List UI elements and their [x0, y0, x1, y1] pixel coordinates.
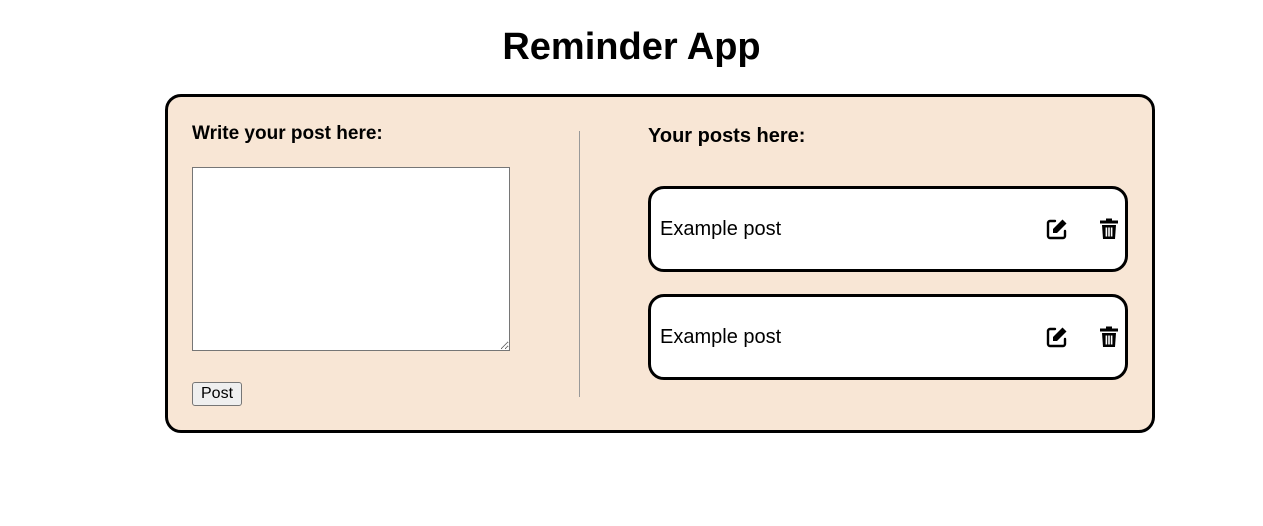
- edit-icon[interactable]: [1045, 217, 1069, 241]
- post-list: Example post Example post: [648, 186, 1128, 402]
- edit-icon[interactable]: [1045, 325, 1069, 349]
- post-item: Example post: [648, 186, 1128, 272]
- trash-icon[interactable]: [1097, 325, 1121, 349]
- post-text: Example post: [660, 218, 782, 240]
- post-item: Example post: [648, 294, 1128, 380]
- page-title: Reminder App: [502, 26, 761, 68]
- trash-icon[interactable]: [1097, 217, 1121, 241]
- posts-heading: Your posts here:: [648, 125, 806, 147]
- column-divider: [579, 131, 580, 397]
- app-card: Write your post here: Post Your posts he…: [165, 94, 1155, 433]
- post-textarea[interactable]: [192, 167, 510, 351]
- composer-heading: Write your post here:: [192, 123, 383, 144]
- post-button[interactable]: Post: [192, 382, 243, 406]
- post-text: Example post: [660, 326, 782, 348]
